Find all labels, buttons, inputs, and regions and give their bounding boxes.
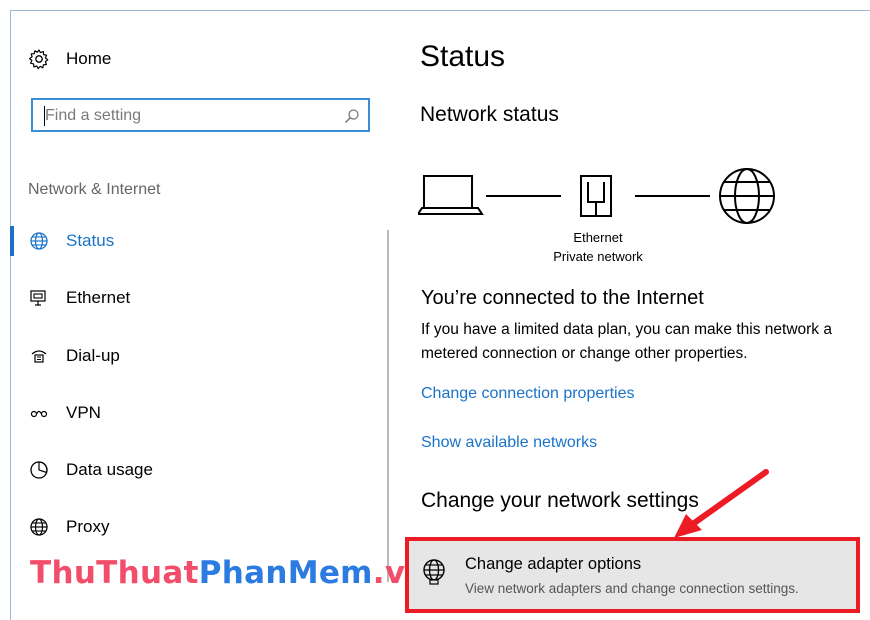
network-diagram <box>418 168 775 224</box>
data-usage-icon <box>28 459 50 481</box>
vpn-icon <box>28 402 50 424</box>
selection-indicator <box>10 283 14 313</box>
change-connection-properties-link[interactable]: Change connection properties <box>421 385 634 403</box>
connected-heading: You’re connected to the Internet <box>421 287 704 309</box>
change-settings-heading: Change your network settings <box>421 489 699 512</box>
selection-indicator <box>10 455 14 485</box>
home-label: Home <box>66 49 112 68</box>
adapter-options-title: Change adapter options <box>465 555 642 573</box>
sidebar-item-label: Proxy <box>66 517 110 536</box>
page-title: Status <box>420 40 506 73</box>
selection-indicator <box>10 226 14 256</box>
sidebar-item-label: Dial-up <box>66 346 120 365</box>
laptop-icon <box>418 175 484 215</box>
ethernet-port-icon <box>580 175 612 217</box>
sidebar-item-label: Status <box>66 231 115 250</box>
window-top-border <box>10 10 870 11</box>
watermark-part-1: ThuThuat <box>30 555 199 591</box>
search-icon[interactable] <box>344 108 360 124</box>
adapter-options-description: View network adapters and change connect… <box>465 581 799 596</box>
gear-icon <box>28 48 50 70</box>
sidebar-item-status[interactable]: Status <box>10 226 370 256</box>
change-adapter-options-button[interactable]: Change adapter options View network adap… <box>421 553 856 603</box>
sidebar-item-label: Data usage <box>66 460 153 479</box>
sidebar-item-dialup[interactable]: Dial-up <box>10 341 370 371</box>
search-input[interactable] <box>45 104 335 128</box>
watermark-logo: ThuThuatPhanMem.vn <box>30 555 428 591</box>
sidebar-scrollbar[interactable] <box>387 230 389 582</box>
globe-icon <box>28 230 50 252</box>
sidebar-item-vpn[interactable]: VPN <box>10 398 370 428</box>
selection-indicator <box>10 512 14 542</box>
ethernet-icon <box>28 287 50 309</box>
selection-indicator <box>10 341 14 371</box>
connected-description-line-2: metered connection or change other prope… <box>421 345 748 362</box>
globe-icon <box>28 516 50 538</box>
dialup-icon <box>28 345 50 367</box>
connected-description: If you have a limited data plan, you can… <box>421 318 870 366</box>
sidebar-item-ethernet[interactable]: Ethernet <box>10 283 370 313</box>
annotation-arrow-icon <box>674 469 769 538</box>
section-label: Network & Internet <box>28 181 161 198</box>
connection-name: Ethernet <box>573 230 623 245</box>
connection-info: Ethernet Private network <box>540 228 656 266</box>
show-available-networks-link[interactable]: Show available networks <box>421 434 597 452</box>
network-type: Private network <box>553 249 643 264</box>
sidebar-item-data-usage[interactable]: Data usage <box>10 455 370 485</box>
selection-indicator <box>10 398 14 428</box>
network-status-heading: Network status <box>420 103 559 126</box>
watermark-part-2: PhanMem <box>198 555 373 591</box>
sidebar-item-label: Ethernet <box>66 288 131 307</box>
sidebar-item-proxy[interactable]: Proxy <box>10 512 370 542</box>
connected-description-line-1: If you have a limited data plan, you can… <box>421 321 832 338</box>
internet-globe-icon <box>719 168 775 224</box>
home-nav-item[interactable]: Home <box>28 47 111 71</box>
sidebar-item-label: VPN <box>66 403 101 422</box>
search-box[interactable] <box>31 98 370 132</box>
network-adapter-icon <box>421 558 449 586</box>
